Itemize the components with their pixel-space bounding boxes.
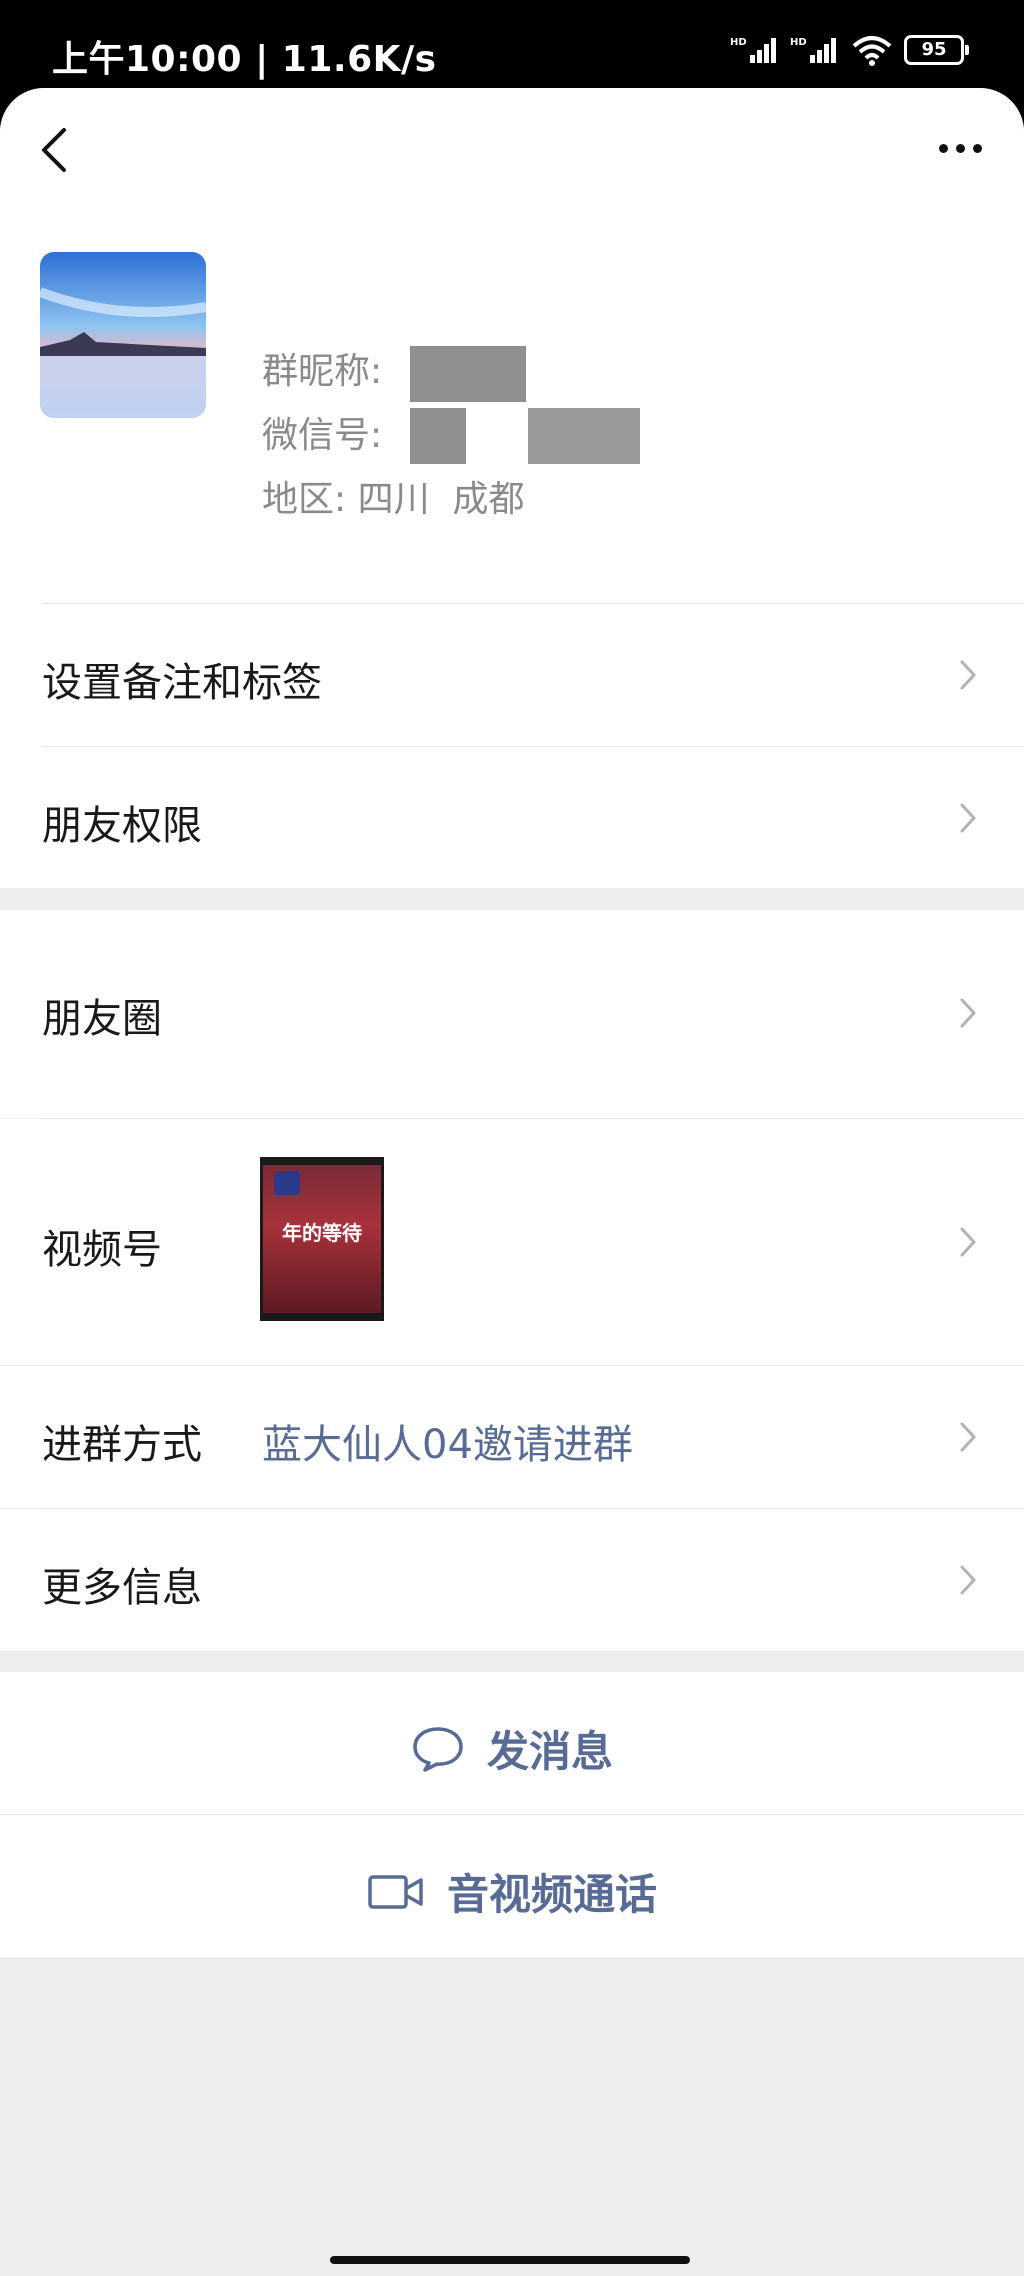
group-nickname-line: 群昵称: bbox=[262, 340, 526, 404]
svg-text:HD: HD bbox=[790, 37, 807, 48]
chevron-right-icon bbox=[960, 803, 976, 833]
friend-permissions-row[interactable]: 朋友权限 bbox=[0, 747, 1024, 888]
signal-icon-2: HD bbox=[790, 37, 836, 63]
thumbnail-logo bbox=[274, 1171, 300, 1195]
video-camera-icon bbox=[368, 1874, 423, 1909]
chevron-right-icon bbox=[960, 998, 976, 1028]
profile-info: 群昵称: 微信号: 地区: 四川 成都 bbox=[262, 340, 640, 532]
send-message-button[interactable]: 发消息 bbox=[0, 1672, 1024, 1814]
contact-profile-sheet: 群昵称: 微信号: 地区: 四川 成都 设置备注和标签 朋友权限 朋友圈 视频号… bbox=[0, 88, 1024, 2276]
join-method-value: 蓝大仙人04邀请进群 bbox=[262, 1422, 633, 1468]
avatar[interactable] bbox=[40, 252, 206, 418]
moments-label: 朋友圈 bbox=[42, 996, 162, 1042]
status-time: 上午10:00 | 11.6K/s bbox=[52, 39, 437, 80]
redacted-nickname bbox=[410, 346, 526, 402]
redacted-wechat-id bbox=[410, 408, 466, 464]
back-icon[interactable] bbox=[36, 124, 72, 176]
remark-tags-row[interactable]: 设置备注和标签 bbox=[0, 604, 1024, 746]
wechat-id-line: 微信号: bbox=[262, 404, 640, 468]
wifi-icon bbox=[852, 36, 892, 66]
chevron-right-icon bbox=[960, 1422, 976, 1452]
status-bar: 上午10:00 | 11.6K/s HD HD 95 bbox=[0, 0, 1024, 100]
moments-row[interactable]: 朋友圈 bbox=[0, 910, 1024, 1118]
channels-thumbnail[interactable]: 年的等待 bbox=[260, 1157, 384, 1321]
video-call-label: 音视频通话 bbox=[446, 1870, 657, 1919]
more-icon[interactable] bbox=[939, 144, 982, 153]
join-method-row[interactable]: 进群方式 蓝大仙人04邀请进群 bbox=[0, 1366, 1024, 1508]
region-value: 四川 成都 bbox=[357, 479, 525, 520]
battery-icon: 95 bbox=[904, 35, 969, 65]
group-nickname-label: 群昵称: bbox=[262, 351, 383, 392]
chevron-right-icon bbox=[960, 660, 976, 690]
region-line: 地区: 四川 成都 bbox=[262, 468, 524, 532]
send-message-label: 发消息 bbox=[486, 1727, 613, 1776]
region-label: 地区: bbox=[262, 479, 347, 520]
join-method-label: 进群方式 bbox=[42, 1422, 202, 1468]
wechat-id-label: 微信号: bbox=[262, 415, 383, 456]
video-call-button[interactable]: 音视频通话 bbox=[0, 1815, 1024, 1957]
channels-label: 视频号 bbox=[42, 1227, 162, 1273]
signal-icon: HD bbox=[730, 37, 776, 63]
status-icons: HD HD 95 bbox=[730, 34, 969, 66]
thumbnail-caption: 年的等待 bbox=[282, 1221, 362, 1245]
more-info-label: 更多信息 bbox=[42, 1565, 202, 1611]
remark-tags-label: 设置备注和标签 bbox=[42, 660, 322, 706]
svg-text:HD: HD bbox=[730, 37, 747, 48]
home-indicator[interactable] bbox=[330, 2256, 690, 2264]
friend-permissions-label: 朋友权限 bbox=[42, 803, 202, 849]
chevron-right-icon bbox=[960, 1227, 976, 1257]
chevron-right-icon bbox=[960, 1565, 976, 1595]
more-info-row[interactable]: 更多信息 bbox=[0, 1509, 1024, 1651]
chat-bubble-icon bbox=[413, 1726, 463, 1772]
redacted-wechat-id-2 bbox=[528, 408, 640, 464]
channels-row[interactable]: 视频号 年的等待 bbox=[0, 1119, 1024, 1365]
